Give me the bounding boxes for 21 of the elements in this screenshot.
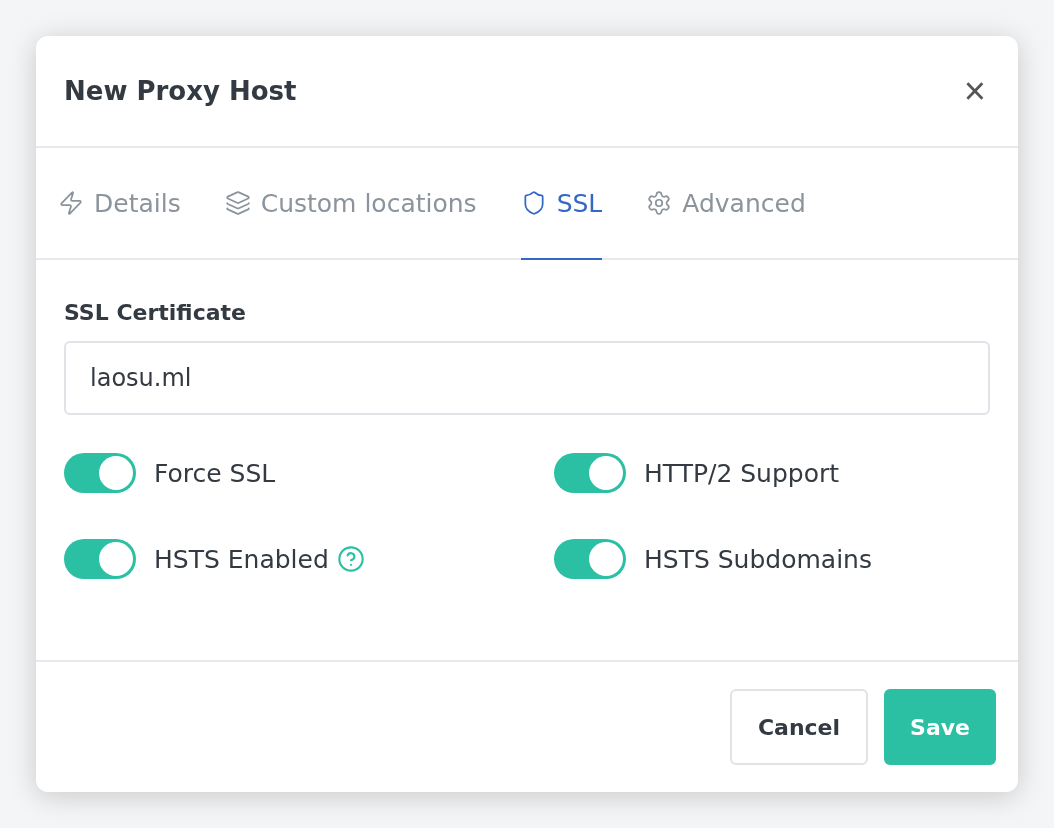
- layers-icon: [224, 190, 251, 216]
- toggle-switch[interactable]: [554, 539, 626, 579]
- settings-icon: [646, 190, 673, 216]
- toggle-label: HSTS Subdomains: [644, 544, 872, 574]
- tab[interactable]: Advanced: [646, 148, 806, 260]
- tab[interactable]: SSL: [520, 148, 603, 260]
- lightning-icon: [58, 190, 84, 216]
- field-label: SSL Certificate: [64, 300, 247, 325]
- toggle-switch[interactable]: [64, 453, 136, 493]
- help-icon[interactable]: [336, 545, 365, 573]
- toggle-switch[interactable]: [64, 539, 136, 579]
- toggle-label: HTTP/2 Support: [644, 458, 840, 488]
- tab[interactable]: Details: [58, 148, 181, 260]
- cancel-button[interactable]: Cancel: [729, 689, 869, 765]
- tab[interactable]: Custom locations: [224, 148, 477, 260]
- toggle-label: HSTS Enabled: [154, 544, 329, 574]
- certificate-field[interactable]: laosu.ml: [64, 341, 990, 415]
- dialog-title: New Proxy Host: [64, 76, 297, 106]
- toggle-switch[interactable]: [554, 453, 626, 493]
- close-button[interactable]: ×: [959, 72, 990, 110]
- toggle-label: Force SSL: [154, 458, 276, 488]
